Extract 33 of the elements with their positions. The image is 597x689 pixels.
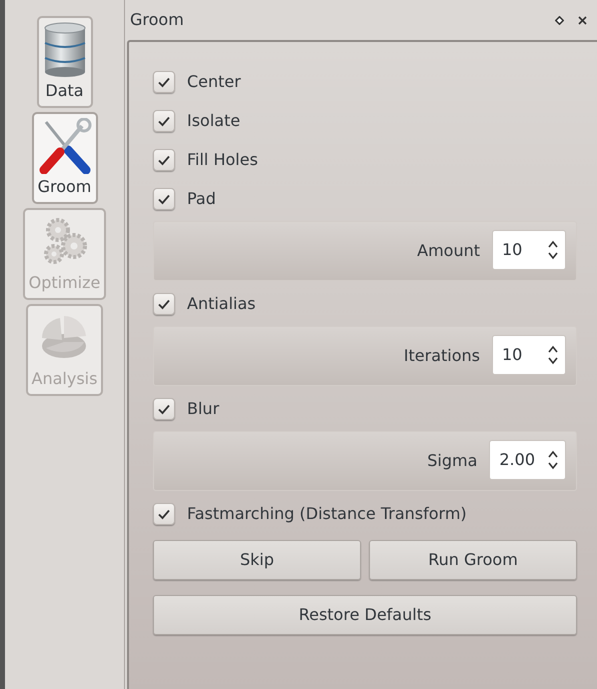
- checkbox-label: Fill Holes: [187, 148, 258, 170]
- checkbox[interactable]: [153, 188, 175, 210]
- float-icon[interactable]: [555, 16, 564, 24]
- checkbox[interactable]: [153, 148, 175, 170]
- sidebar-tool-button[interactable]: Data: [36, 16, 92, 108]
- checkbox-label: Fastmarching (Distance Transform): [187, 502, 467, 524]
- database-icon: [42, 22, 86, 78]
- checkbox-label: Isolate: [187, 110, 240, 132]
- checkbox-label: Pad: [187, 188, 216, 210]
- up-down-chevron-icon[interactable]: [547, 449, 559, 471]
- action-button[interactable]: Run Groom: [369, 540, 577, 580]
- spin-field[interactable]: 10: [492, 230, 566, 270]
- restore-defaults-button[interactable]: Restore Defaults: [153, 595, 577, 635]
- spin-field[interactable]: 10: [492, 335, 566, 375]
- checkbox[interactable]: [153, 292, 175, 314]
- close-icon[interactable]: [578, 16, 587, 24]
- checkbox[interactable]: [153, 70, 175, 92]
- field-label: Sigma: [427, 450, 478, 472]
- checkbox[interactable]: [153, 502, 175, 524]
- checkbox-label: Blur: [187, 398, 220, 420]
- field-label: Iterations: [404, 345, 480, 367]
- checkbox[interactable]: [153, 398, 175, 420]
- checkbox-label: Antialias: [187, 292, 256, 314]
- checkbox[interactable]: [153, 110, 175, 132]
- up-down-chevron-icon[interactable]: [547, 239, 559, 261]
- action-button[interactable]: Skip: [153, 540, 361, 580]
- checkbox-label: Center: [187, 70, 241, 92]
- up-down-chevron-icon[interactable]: [547, 344, 559, 366]
- sidebar-tool-button[interactable]: Groom: [32, 112, 98, 204]
- spin-field[interactable]: 2.00: [489, 440, 566, 480]
- screwdriver-wrench-icon: [38, 118, 92, 174]
- panel-title: Groom: [130, 9, 184, 31]
- field-label: Amount: [417, 240, 480, 262]
